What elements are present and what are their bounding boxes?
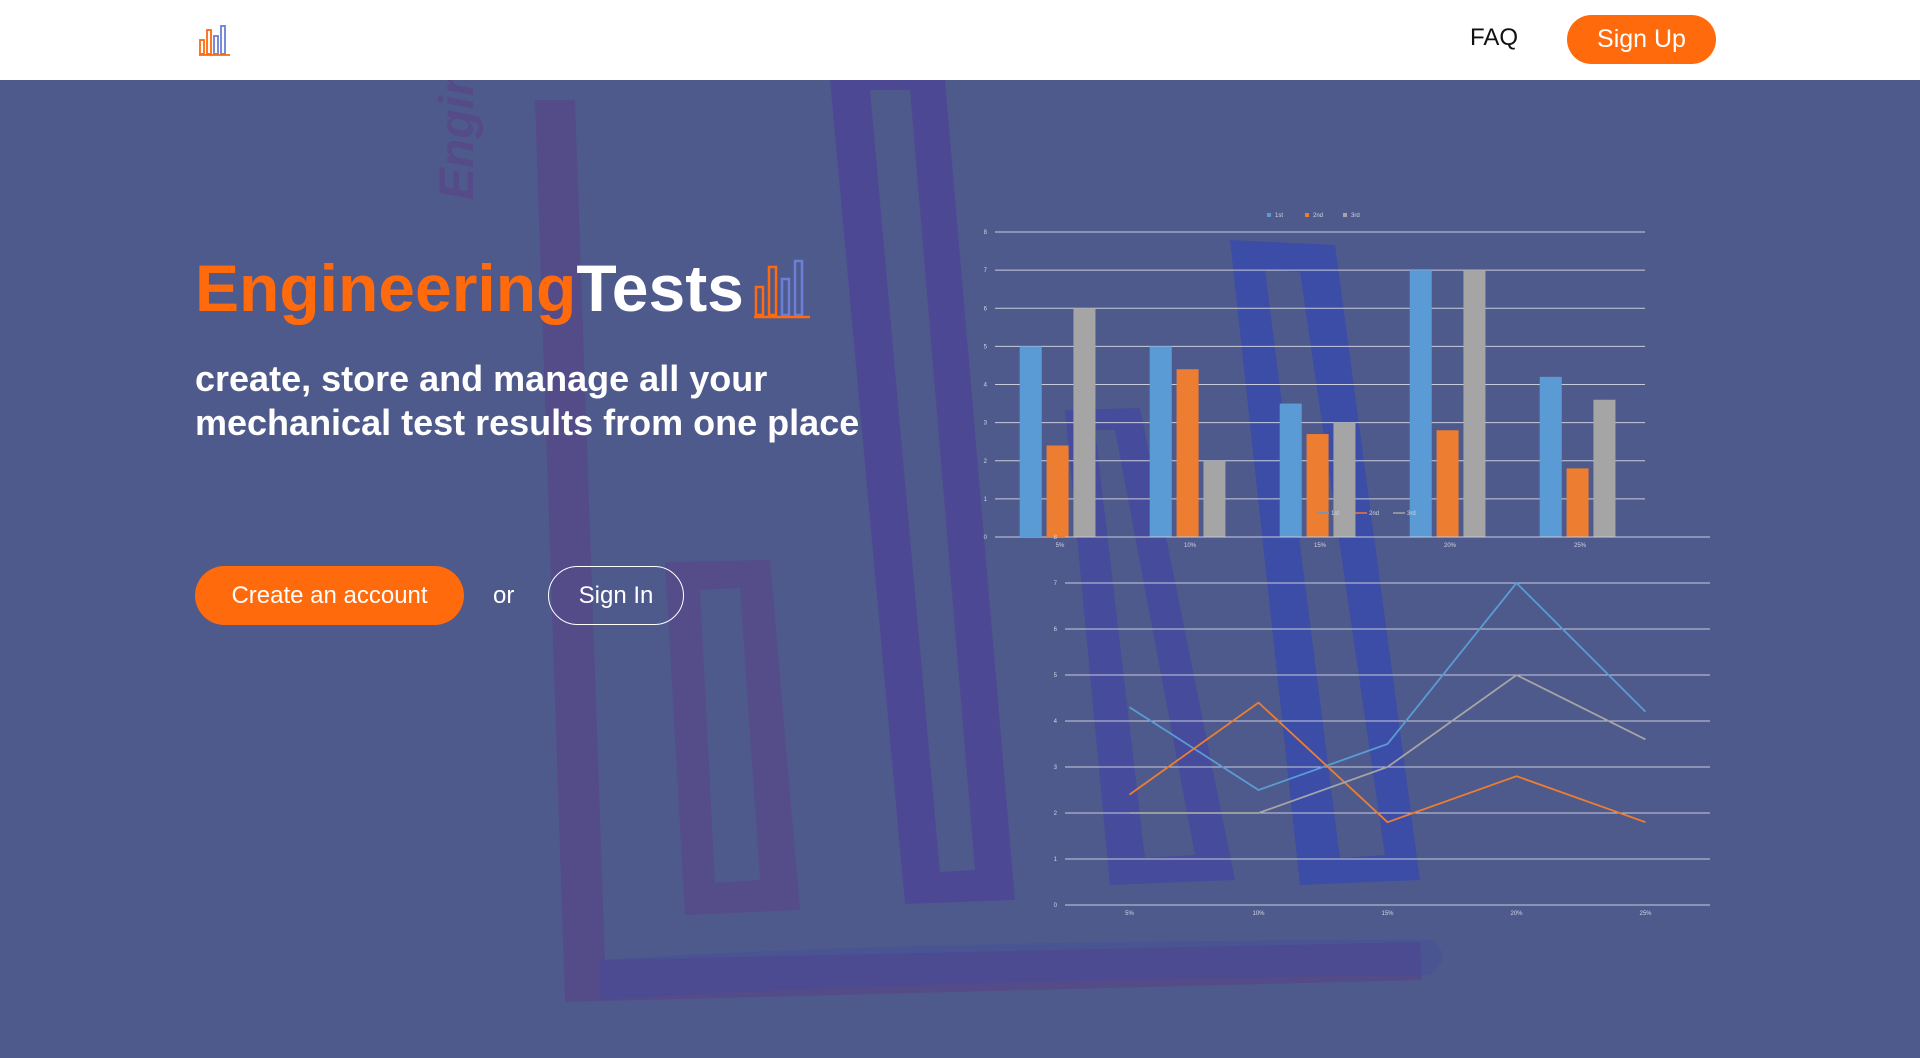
signin-button[interactable]: Sign In: [548, 566, 684, 625]
tagline-line-1: create, store and manage all your: [195, 358, 768, 399]
bar: [1019, 346, 1042, 537]
y-tick-label: 2: [1054, 811, 1058, 817]
signup-button[interactable]: Sign Up: [1567, 15, 1716, 64]
y-tick-label: 2: [984, 459, 988, 465]
y-tick-label: 6: [984, 306, 988, 312]
y-tick-label: 5: [984, 344, 988, 350]
x-tick-label: 20%: [1510, 911, 1523, 917]
background-watermark-text: EngineeringTests: [430, 80, 485, 200]
bar-chart-logo-icon[interactable]: [198, 22, 232, 56]
y-tick-label: 8: [984, 230, 988, 236]
legend-label: 1st: [1331, 511, 1339, 517]
create-account-button[interactable]: Create an account: [195, 566, 464, 625]
bar: [1463, 270, 1486, 537]
legend-label: 3rd: [1351, 213, 1360, 219]
y-tick-label: 3: [1054, 765, 1058, 771]
y-tick-label: 6: [1054, 627, 1058, 633]
hero-section: EngineeringTests 0 1 2 3 4 5 6 7 8 5% 10% 15% 20% 25%…: [0, 80, 1920, 1058]
y-tick-label: 7: [984, 268, 988, 274]
legend-swatch: [1267, 213, 1271, 217]
or-separator: or: [493, 582, 515, 609]
y-tick-label: 0: [984, 535, 988, 541]
y-tick-label: 5: [1054, 673, 1058, 679]
y-tick-label: 3: [984, 421, 988, 427]
bar-chart-brand-icon: [754, 259, 810, 319]
bar-chart: 0123456785% 10% 15% 20% 25%1st 2nd 3rd: [984, 213, 1645, 549]
y-tick-label: 1: [984, 497, 988, 503]
top-navbar: FAQ Sign Up: [0, 0, 1920, 80]
x-tick-label: 25%: [1639, 911, 1652, 917]
faq-link[interactable]: FAQ: [1470, 24, 1518, 52]
y-tick-label: 0: [1054, 903, 1058, 909]
legend-label: 3rd: [1407, 511, 1416, 517]
brand-title: EngineeringTests: [195, 250, 744, 326]
y-tick-label: 8: [1054, 535, 1058, 541]
y-tick-label: 7: [1054, 581, 1058, 587]
hero-tagline: create, store and manage all your mechan…: [195, 357, 955, 445]
series-line: [1129, 581, 1647, 791]
x-tick-label: 10%: [1252, 911, 1265, 917]
line-chart: 0 1 2 3 4 5 6 7 8 5% 10% 15% 20% 25% 1st 2nd 3rd: [1054, 511, 1710, 917]
y-tick-label: 4: [1054, 719, 1058, 725]
y-tick-label: 1: [1054, 857, 1058, 863]
brand-title-part1: Engineering: [195, 251, 577, 325]
legend-swatch: [1343, 213, 1347, 217]
x-tick-label: 5%: [1125, 911, 1134, 917]
legend-label: 2nd: [1369, 511, 1379, 517]
legend-swatch: [1305, 213, 1309, 217]
y-tick-label: 4: [984, 383, 988, 389]
brand-title-part2: Tests: [576, 251, 744, 325]
bar: [1409, 270, 1432, 537]
tagline-line-2: mechanical test results from one place: [195, 402, 860, 443]
x-tick-label: 15%: [1381, 911, 1394, 917]
legend-label: 1st: [1275, 213, 1283, 219]
legend-label: 2nd: [1313, 213, 1323, 219]
